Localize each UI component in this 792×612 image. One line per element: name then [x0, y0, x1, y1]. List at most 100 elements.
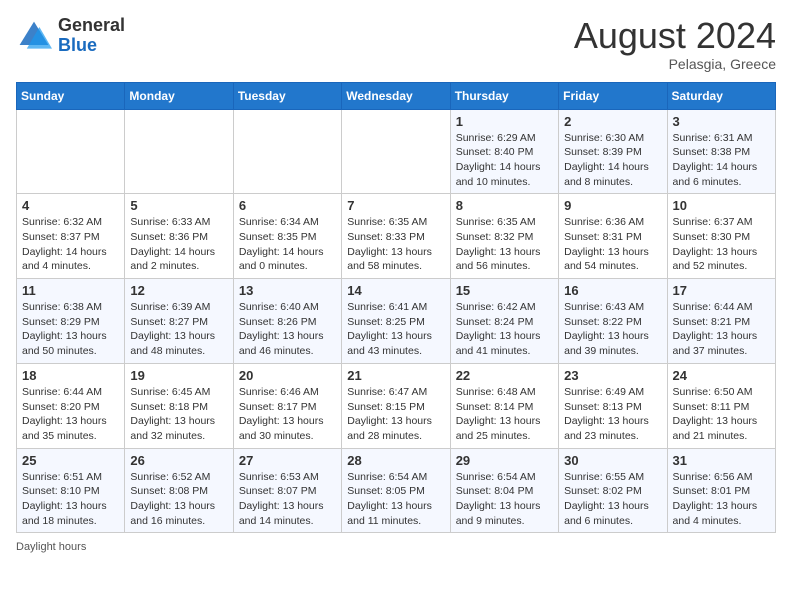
day-detail: Sunrise: 6:54 AMSunset: 8:04 PMDaylight:… [456, 470, 553, 529]
calendar-cell: 24 Sunrise: 6:50 AMSunset: 8:11 PMDayligh… [667, 363, 775, 448]
day-number: 23 [564, 368, 661, 383]
calendar-cell: 25 Sunrise: 6:51 AMSunset: 8:10 PMDayligh… [17, 448, 125, 533]
logo-text: General Blue [58, 16, 125, 56]
day-number: 15 [456, 283, 553, 298]
day-detail: Sunrise: 6:41 AMSunset: 8:25 PMDaylight:… [347, 300, 444, 359]
day-number: 29 [456, 453, 553, 468]
day-detail: Sunrise: 6:38 AMSunset: 8:29 PMDaylight:… [22, 300, 119, 359]
calendar-cell: 17Sunrise: 6:44 AMSunset: 8:21 PMDayligh… [667, 279, 775, 364]
day-detail: Sunrise: 6:29 AMSunset: 8:40 PMDaylight:… [456, 131, 553, 190]
day-detail: Sunrise: 6:53 AMSunset: 8:07 PMDaylight:… [239, 470, 336, 529]
day-number: 10 [673, 198, 770, 213]
day-number: 1 [456, 114, 553, 129]
day-detail: Sunrise: 6:51 AMSunset: 8:10 PMDaylight:… [22, 470, 119, 529]
day-detail: Sunrise: 6:46 AMSunset: 8:17 PMDaylight:… [239, 385, 336, 444]
day-number: 24 [673, 368, 770, 383]
dow-thursday: Thursday [450, 82, 558, 109]
calendar-cell: 15 Sunrise: 6:42 AMSunset: 8:24 PMDayligh… [450, 279, 558, 364]
day-detail: Sunrise: 6:48 AMSunset: 8:14 PMDaylight:… [456, 385, 553, 444]
calendar-cell: 31 Sunrise: 6:56 AMSunset: 8:01 PMDayligh… [667, 448, 775, 533]
footer-note: Daylight hours [16, 541, 776, 553]
day-number: 13 [239, 283, 336, 298]
day-detail: Sunrise: 6:37 AMSunset: 8:30 PMDaylight:… [673, 215, 770, 274]
day-number: 16 [564, 283, 661, 298]
header: General Blue August 2024 Pelasgia, Greec… [16, 16, 776, 72]
calendar-cell: 14 Sunrise: 6:41 AMSunset: 8:25 PMDayligh… [342, 279, 450, 364]
day-detail: Sunrise: 6:52 AMSunset: 8:08 PMDaylight:… [130, 470, 227, 529]
day-detail: Sunrise: 6:55 AMSunset: 8:02 PMDaylight:… [564, 470, 661, 529]
day-number: 19 [130, 368, 227, 383]
calendar-cell: 21 Sunrise: 6:47 AMSunset: 8:15 PMDayligh… [342, 363, 450, 448]
day-number: 2 [564, 114, 661, 129]
week-row-2: 11 Sunrise: 6:38 AMSunset: 8:29 PMDayligh… [17, 279, 776, 364]
calendar-table: SundayMondayTuesdayWednesdayThursdayFrid… [16, 82, 776, 534]
calendar-cell: 28 Sunrise: 6:54 AMSunset: 8:05 PMDayligh… [342, 448, 450, 533]
day-number: 21 [347, 368, 444, 383]
dow-friday: Friday [559, 82, 667, 109]
calendar-cell: 1 Sunrise: 6:29 AMSunset: 8:40 PMDaylight… [450, 109, 558, 194]
dow-tuesday: Tuesday [233, 82, 341, 109]
week-row-0: 1 Sunrise: 6:29 AMSunset: 8:40 PMDaylight… [17, 109, 776, 194]
day-number: 28 [347, 453, 444, 468]
calendar-cell: 13 Sunrise: 6:40 AMSunset: 8:26 PMDayligh… [233, 279, 341, 364]
calendar-cell: 19Sunrise: 6:45 AMSunset: 8:18 PMDayligh… [125, 363, 233, 448]
day-number: 30 [564, 453, 661, 468]
dow-monday: Monday [125, 82, 233, 109]
calendar-cell: 10 Sunrise: 6:37 AMSunset: 8:30 PMDayligh… [667, 194, 775, 279]
calendar-cell: 4Sunrise: 6:32 AMSunset: 8:37 PMDaylight… [17, 194, 125, 279]
day-number: 20 [239, 368, 336, 383]
day-detail: Sunrise: 6:49 AMSunset: 8:13 PMDaylight:… [564, 385, 661, 444]
day-number: 3 [673, 114, 770, 129]
day-detail: Sunrise: 6:34 AMSunset: 8:35 PMDaylight:… [239, 215, 336, 274]
calendar-cell: 16Sunrise: 6:43 AMSunset: 8:22 PMDayligh… [559, 279, 667, 364]
calendar-cell: 6Sunrise: 6:34 AMSunset: 8:35 PMDaylight… [233, 194, 341, 279]
day-detail: Sunrise: 6:30 AMSunset: 8:39 PMDaylight:… [564, 131, 661, 190]
calendar-cell: 2 Sunrise: 6:30 AMSunset: 8:39 PMDaylight… [559, 109, 667, 194]
day-number: 25 [22, 453, 119, 468]
week-row-1: 4Sunrise: 6:32 AMSunset: 8:37 PMDaylight… [17, 194, 776, 279]
calendar-cell [125, 109, 233, 194]
calendar-body: 1 Sunrise: 6:29 AMSunset: 8:40 PMDaylight… [17, 109, 776, 533]
day-number: 11 [22, 283, 119, 298]
day-number: 7 [347, 198, 444, 213]
day-detail: Sunrise: 6:50 AMSunset: 8:11 PMDaylight:… [673, 385, 770, 444]
logo-icon [16, 18, 52, 54]
calendar-cell: 9 Sunrise: 6:36 AMSunset: 8:31 PMDaylight… [559, 194, 667, 279]
day-detail: Sunrise: 6:42 AMSunset: 8:24 PMDaylight:… [456, 300, 553, 359]
calendar-cell: 12Sunrise: 6:39 AMSunset: 8:27 PMDayligh… [125, 279, 233, 364]
location: Pelasgia, Greece [574, 56, 776, 72]
calendar-cell: 22Sunrise: 6:48 AMSunset: 8:14 PMDayligh… [450, 363, 558, 448]
day-detail: Sunrise: 6:56 AMSunset: 8:01 PMDaylight:… [673, 470, 770, 529]
calendar-cell: 5 Sunrise: 6:33 AMSunset: 8:36 PMDaylight… [125, 194, 233, 279]
day-number: 5 [130, 198, 227, 213]
calendar-cell [233, 109, 341, 194]
calendar-cell: 26 Sunrise: 6:52 AMSunset: 8:08 PMDayligh… [125, 448, 233, 533]
calendar-cell: 8Sunrise: 6:35 AMSunset: 8:32 PMDaylight… [450, 194, 558, 279]
day-detail: Sunrise: 6:44 AMSunset: 8:21 PMDaylight:… [673, 300, 770, 359]
day-number: 31 [673, 453, 770, 468]
month-year: August 2024 [574, 16, 776, 56]
day-of-week-header-row: SundayMondayTuesdayWednesdayThursdayFrid… [17, 82, 776, 109]
day-number: 26 [130, 453, 227, 468]
day-detail: Sunrise: 6:40 AMSunset: 8:26 PMDaylight:… [239, 300, 336, 359]
calendar-cell: 30 Sunrise: 6:55 AMSunset: 8:02 PMDayligh… [559, 448, 667, 533]
calendar-cell [342, 109, 450, 194]
dow-saturday: Saturday [667, 82, 775, 109]
day-number: 18 [22, 368, 119, 383]
day-detail: Sunrise: 6:32 AMSunset: 8:37 PMDaylight:… [22, 215, 119, 274]
day-detail: Sunrise: 6:36 AMSunset: 8:31 PMDaylight:… [564, 215, 661, 274]
logo: General Blue [16, 16, 125, 56]
week-row-4: 25 Sunrise: 6:51 AMSunset: 8:10 PMDayligh… [17, 448, 776, 533]
day-detail: Sunrise: 6:33 AMSunset: 8:36 PMDaylight:… [130, 215, 227, 274]
calendar-cell: 7Sunrise: 6:35 AMSunset: 8:33 PMDaylight… [342, 194, 450, 279]
day-detail: Sunrise: 6:54 AMSunset: 8:05 PMDaylight:… [347, 470, 444, 529]
calendar-cell: 23 Sunrise: 6:49 AMSunset: 8:13 PMDayligh… [559, 363, 667, 448]
day-detail: Sunrise: 6:35 AMSunset: 8:32 PMDaylight:… [456, 215, 553, 274]
calendar-cell: 3Sunrise: 6:31 AMSunset: 8:38 PMDaylight… [667, 109, 775, 194]
week-row-3: 18Sunrise: 6:44 AMSunset: 8:20 PMDayligh… [17, 363, 776, 448]
daylight-note: Daylight hours [16, 541, 86, 553]
day-detail: Sunrise: 6:47 AMSunset: 8:15 PMDaylight:… [347, 385, 444, 444]
calendar-cell [17, 109, 125, 194]
day-number: 14 [347, 283, 444, 298]
day-number: 9 [564, 198, 661, 213]
